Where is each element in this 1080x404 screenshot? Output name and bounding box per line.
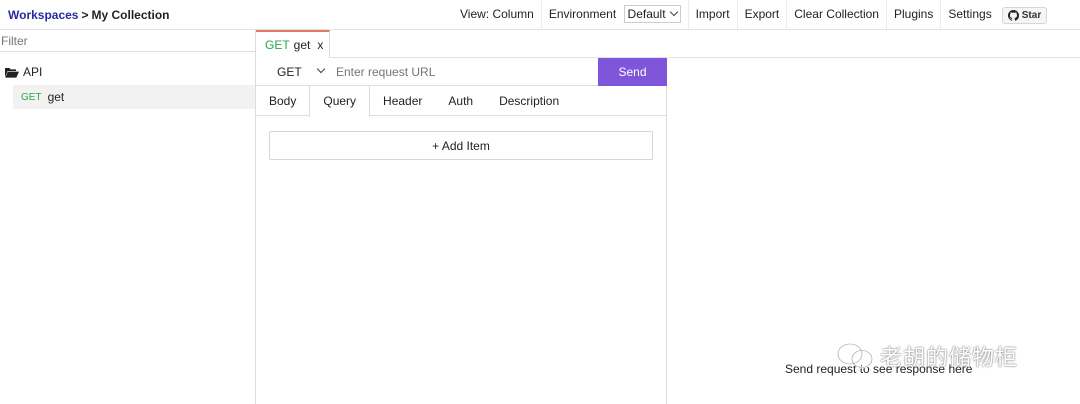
breadcrumb-collection: My Collection [91,8,170,22]
chevron-down-icon [316,64,325,73]
method-value: GET [277,64,302,79]
watermark: 老胡的储物柜 [836,340,1018,372]
view-column-button[interactable]: View: Column [453,0,541,29]
environment-value: Default [627,7,666,21]
url-bar: GET Send [256,58,667,86]
request-name: get [47,90,65,104]
tab-name: get [293,38,311,52]
send-button[interactable]: Send [598,58,667,86]
method-select[interactable]: GET [256,58,334,85]
environment-control: Environment Default [540,0,688,29]
watermark-text: 老胡的储物柜 [880,346,1019,371]
clear-collection-button[interactable]: Clear Collection [786,0,886,29]
breadcrumb: Workspaces > My Collection [8,8,170,22]
export-button[interactable]: Export [736,0,787,29]
request-method-badge: GET [21,91,42,103]
tab-get[interactable]: GET get x [256,30,330,58]
environment-label: Environment [548,7,617,21]
tab-method: GET [265,38,290,52]
url-input[interactable] [336,62,594,82]
tab-header[interactable]: Header [370,86,435,116]
breadcrumb-separator: > [81,8,89,22]
settings-button[interactable]: Settings [940,0,998,29]
tab-body[interactable]: Body [256,86,309,116]
tab-close-button[interactable]: x [317,38,323,52]
github-star-button[interactable]: Star [1002,7,1047,24]
folder-api[interactable]: API [5,65,42,79]
request-pane: GET Send Body Query Header Auth Descript… [256,58,667,404]
folder-label: API [23,65,43,79]
tab-description[interactable]: Description [486,86,572,116]
import-button[interactable]: Import [687,0,737,29]
github-icon [1007,10,1019,21]
top-bar: Workspaces > My Collection View: Column En… [0,0,1080,30]
request-tabs: Body Query Header Auth Description [256,86,667,117]
sidebar: API GET get [0,30,255,404]
tab-query[interactable]: Query [309,86,371,117]
tab-auth[interactable]: Auth [435,86,486,116]
wechat-icon [837,343,873,369]
top-menu: View: Column Environment Default Import … [453,0,999,29]
plugins-button[interactable]: Plugins [885,0,940,29]
folder-open-icon [5,67,19,78]
breadcrumb-workspaces-link[interactable]: Workspaces [8,8,78,22]
chevron-down-icon [669,7,678,17]
filter-input[interactable] [0,30,255,52]
add-item-button[interactable]: + Add Item [269,131,653,160]
environment-select[interactable]: Default [623,5,681,23]
sidebar-request-item[interactable]: GET get [13,85,255,109]
star-label: Star [1021,10,1042,21]
